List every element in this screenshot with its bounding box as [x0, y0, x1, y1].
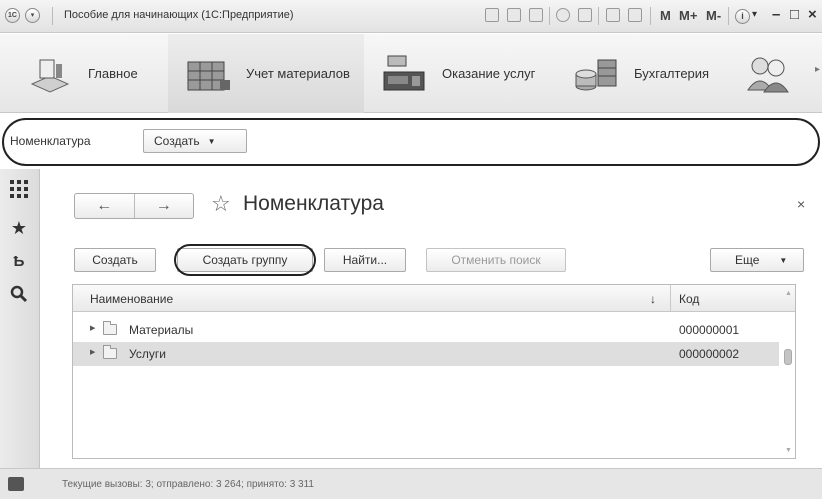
folder-icon [103, 321, 117, 335]
coins-icon [575, 59, 617, 90]
section-label: Учет материалов [246, 66, 350, 81]
info-icon[interactable]: i [735, 9, 750, 24]
status-bar: Текущие вызовы: 3; отправлено: 3 264; пр… [0, 468, 822, 499]
vertical-scrollbar[interactable]: ▲ ▼ [781, 290, 795, 458]
table-row[interactable]: ▶ Материалы 000000001 [73, 318, 779, 342]
section-main[interactable]: Главное [26, 34, 168, 113]
section-materials[interactable]: Учет материалов [168, 34, 364, 113]
main-menu-icon[interactable]: ▾ [25, 8, 40, 23]
more-button[interactable]: Еще ▼ [710, 248, 804, 272]
print-icon[interactable] [507, 8, 521, 22]
people-icon [747, 57, 789, 92]
table-header: Наименование ↓ Код [73, 285, 795, 312]
cell-code: 000000002 [679, 347, 740, 361]
maximize-button[interactable]: □ [790, 6, 799, 23]
form-title: Номенклатура [243, 192, 384, 215]
cancel-search-button[interactable]: Отменить поиск [426, 248, 566, 272]
form-close-button[interactable]: × [797, 196, 805, 212]
scroll-thumb[interactable] [784, 349, 792, 365]
app-logo-icon[interactable]: 1С [5, 8, 20, 23]
sort-arrow-icon: ↓ [650, 292, 656, 306]
chevron-down-icon: ▼ [207, 136, 216, 146]
section-accounting[interactable]: Бухгалтерия [572, 34, 732, 113]
window-title: Пособие для начинающих (1С:Предприятие) [64, 9, 294, 21]
separator [650, 7, 651, 25]
chevron-down-icon: ▼ [779, 255, 788, 265]
sections-scroll-right-icon[interactable]: ▸ [815, 64, 820, 75]
favorites-icon[interactable] [556, 8, 570, 22]
info-dropdown-icon[interactable]: ▾ [752, 9, 757, 20]
section-label: Бухгалтерия [634, 66, 710, 81]
create-button[interactable]: Создать [74, 248, 156, 272]
calendar-icon[interactable] [628, 8, 642, 22]
calculator-icon[interactable] [606, 8, 620, 22]
expand-triangle-icon[interactable]: ▶ [90, 324, 95, 332]
memory-m-button[interactable]: M [660, 8, 671, 23]
more-label: Еще [735, 253, 760, 267]
forward-button[interactable]: → [135, 194, 194, 218]
back-button[interactable]: ← [75, 194, 135, 218]
cell-name: Услуги [129, 347, 166, 361]
nomenclature-table: Наименование ↓ Код ▶ Материалы 000000001… [72, 284, 796, 459]
navigation-panel: Номенклатура Создать ▼ [0, 114, 822, 169]
search-icon[interactable] [8, 285, 30, 307]
apps-grid-icon[interactable] [8, 179, 30, 201]
cell-name: Материалы [129, 323, 194, 337]
folder-icon [103, 345, 117, 359]
nav-create-button[interactable]: Создать ▼ [143, 129, 247, 153]
home-desk-icon [30, 59, 70, 93]
memory-plus-button[interactable]: M+ [679, 8, 697, 23]
warehouse-icon [187, 61, 230, 90]
expand-triangle-icon[interactable]: ▶ [90, 348, 95, 356]
create-group-button[interactable]: Создать группу [177, 248, 313, 272]
cell-code: 000000001 [679, 323, 740, 337]
title-bar: 1С ▾ Пособие для начинающих (1С:Предприя… [0, 0, 822, 33]
section-label: Главное [88, 66, 138, 81]
status-text: Текущие вызовы: 3; отправлено: 3 264; пр… [62, 479, 314, 490]
section-services[interactable]: Оказание услуг [380, 34, 560, 113]
memory-minus-button[interactable]: M- [706, 8, 721, 23]
scroll-up-icon[interactable]: ▲ [785, 290, 792, 297]
connection-icon[interactable] [8, 477, 24, 491]
section-label: Оказание услуг [442, 66, 536, 81]
save-icon[interactable] [485, 8, 499, 22]
cash-register-icon [383, 55, 425, 90]
form-content: ← → ☆ Номенклатура × Создать Создать гру… [41, 169, 822, 468]
section-staff[interactable] [744, 34, 814, 113]
nav-item-nomenclature[interactable]: Номенклатура [10, 134, 91, 148]
minimize-button[interactable]: – [772, 6, 780, 23]
find-button[interactable]: Найти... [324, 248, 406, 272]
highlight-oval [2, 118, 820, 166]
column-divider [670, 285, 671, 312]
separator [549, 7, 550, 25]
history-icon[interactable]: Ҍ [8, 251, 30, 273]
separator [598, 7, 599, 25]
preview-icon[interactable] [529, 8, 543, 22]
close-button[interactable]: × [808, 6, 817, 23]
separator [52, 7, 53, 25]
table-row-selected[interactable]: ▶ Услуги 000000002 [73, 342, 779, 366]
column-header-name[interactable]: Наименование [90, 292, 173, 306]
column-header-code[interactable]: Код [679, 292, 699, 306]
separator [728, 7, 729, 25]
left-toolbar: ★ Ҍ [0, 169, 40, 468]
scroll-down-icon[interactable]: ▼ [785, 447, 792, 454]
nav-create-label: Создать [154, 134, 200, 148]
history-nav-buttons: ← → [74, 193, 194, 219]
favorite-star-icon[interactable]: ☆ [211, 191, 231, 217]
history-icon[interactable] [578, 8, 592, 22]
sections-panel: Главное Учет материалов Оказание услуг Б… [0, 34, 822, 113]
star-icon[interactable]: ★ [8, 217, 30, 239]
